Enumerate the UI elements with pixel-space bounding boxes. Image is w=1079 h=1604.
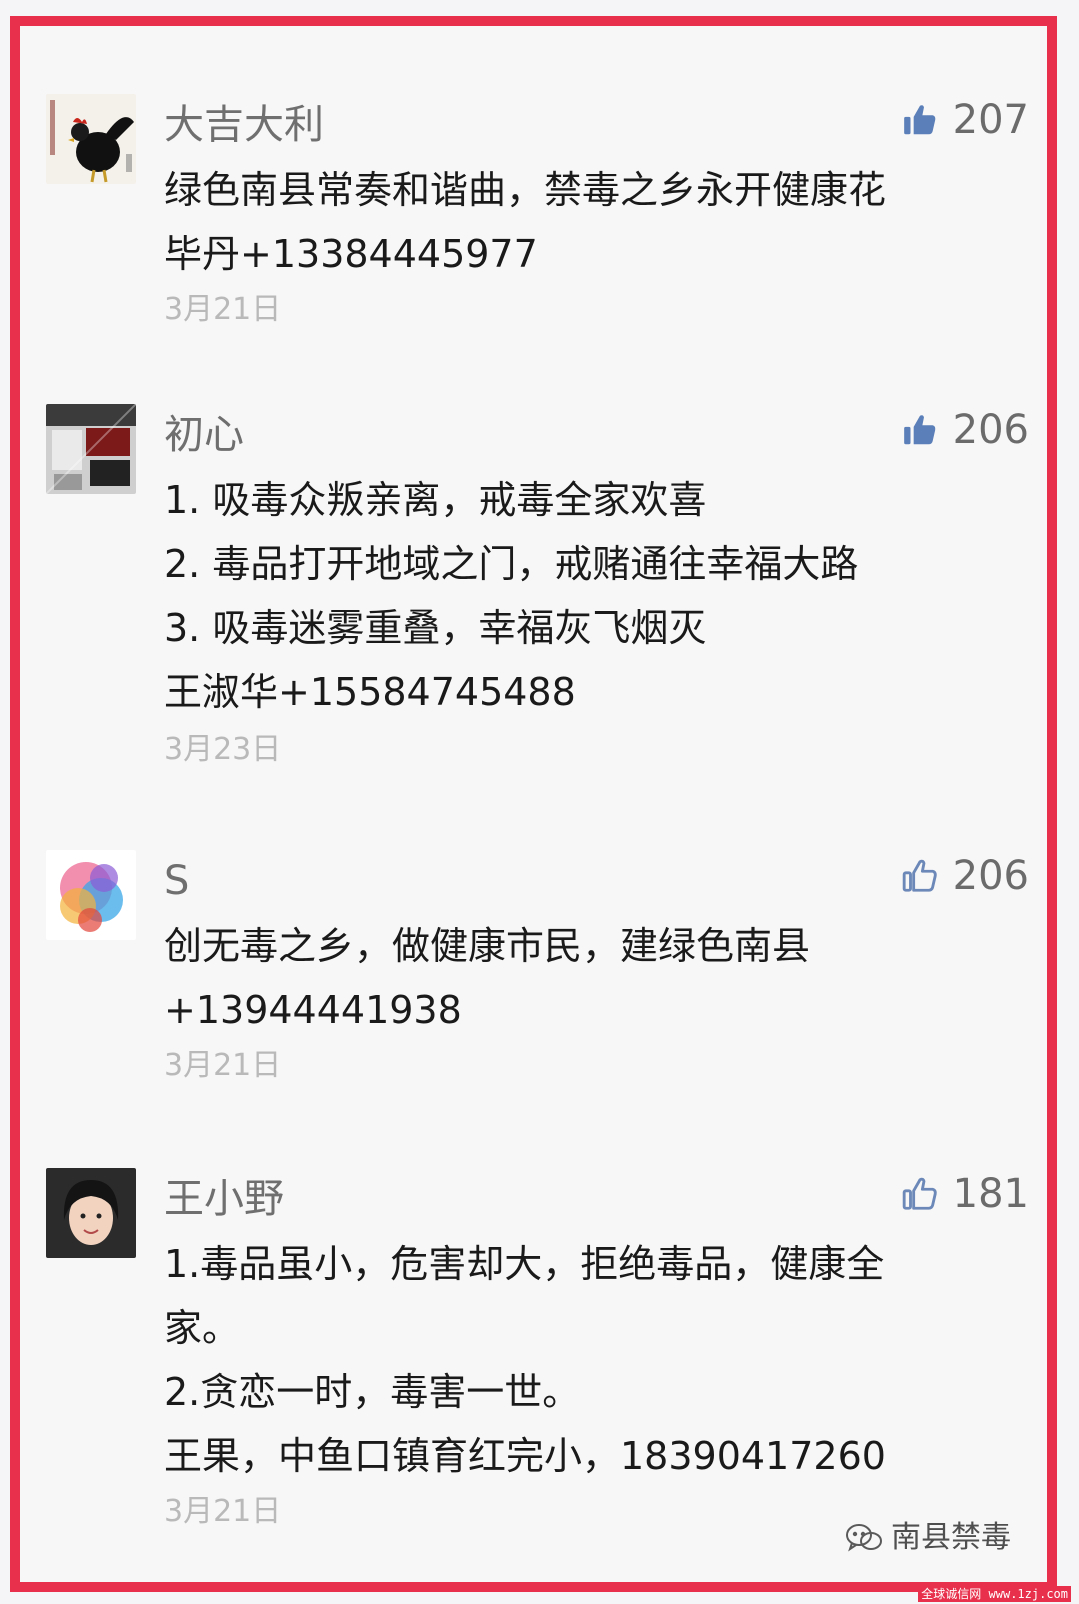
comment-date: 3月23日 (164, 732, 282, 767)
like-count: 206 (952, 407, 1029, 453)
comment-text: 创无毒之乡，做健康市民，建绿色南县 +13944441938 (164, 914, 1024, 1042)
comment-author[interactable]: 王小野 (164, 1172, 284, 1226)
like-button[interactable]: 206 (901, 404, 1029, 456)
comment-line: 绿色南县常奏和谐曲，禁毒之乡永开健康花 (164, 168, 887, 212)
thumbs-up-outline-icon (902, 859, 937, 892)
account-name: 南县禁毒 (891, 1520, 1011, 1555)
comment-line: 王果，中鱼口镇育红完小，18390417260 (164, 1434, 886, 1478)
comment-line: 家。 (164, 1306, 241, 1350)
thumbs-up-filled-icon (903, 105, 935, 135)
comment-line: 毕丹+13384445977 (164, 232, 538, 276)
comment-text: 1. 吸毒众叛亲离，戒毒全家欢喜 2. 毒品打开地域之门，戒赌通往幸福大路 3.… (164, 468, 1024, 724)
room-photo-avatar[interactable] (46, 404, 136, 494)
comment-line: 1. 吸毒众叛亲离，戒毒全家欢喜 (164, 478, 707, 522)
comment-text: 1.毒品虽小，危害却大，拒绝毒品，健康全 家。 2.贪恋一时，毒害一世。 王果，… (164, 1232, 1024, 1488)
comment-item: 大吉大利 207 绿色南县常奏和谐曲，禁毒之乡永开健康花 毕丹+13384445… (20, 94, 1047, 394)
comment-line: 1.毒品虽小，危害却大，拒绝毒品，健康全 (164, 1242, 885, 1286)
portrait-photo-avatar[interactable] (46, 1168, 136, 1258)
thumbs-up-filled-icon (903, 415, 935, 445)
comment-line: 王淑华+15584745488 (164, 670, 576, 714)
comment-date: 3月21日 (164, 1494, 282, 1529)
like-button[interactable]: 206 (901, 850, 1029, 902)
comment-line: +13944441938 (164, 988, 462, 1032)
comment-date: 3月21日 (164, 1048, 282, 1083)
comment-line: 创无毒之乡，做健康市民，建绿色南县 (164, 924, 811, 968)
comment-date: 3月21日 (164, 292, 282, 327)
colorful-art-avatar[interactable] (46, 850, 136, 940)
comment-line: 2.贪恋一时，毒害一世。 (164, 1370, 581, 1414)
comment-line: 2. 毒品打开地域之门，戒赌通往幸福大路 (164, 542, 859, 586)
comment-list-frame: 大吉大利 207 绿色南县常奏和谐曲，禁毒之乡永开健康花 毕丹+13384445… (10, 16, 1057, 1592)
comment-item: 初心 206 1. 吸毒众叛亲离，戒毒全家欢喜 2. 毒品打开地域之门，戒赌通往… (20, 404, 1047, 767)
comment-author[interactable]: 大吉大利 (164, 98, 324, 152)
like-count: 181 (952, 1171, 1029, 1217)
like-count: 206 (952, 853, 1029, 899)
thumbs-up-outline-icon (902, 1177, 937, 1210)
account-watermark: 南县禁毒 (845, 1520, 1011, 1556)
comment-text: 绿色南县常奏和谐曲，禁毒之乡永开健康花 毕丹+13384445977 (164, 158, 1024, 286)
comment-item: 王小野 181 1.毒品虽小，危害却大，拒绝毒品，健康全 家。 2.贪恋一时，毒… (20, 1168, 1047, 1529)
like-count: 207 (952, 97, 1029, 143)
wechat-icon (846, 1524, 882, 1552)
comment-author[interactable]: 初心 (164, 408, 244, 462)
comment-line: 3. 吸毒迷雾重叠，幸福灰飞烟灭 (164, 606, 707, 650)
like-button[interactable]: 207 (901, 94, 1029, 146)
comment-author[interactable]: S (164, 854, 189, 908)
site-watermark: 全球诚信网 www.1zj.com (918, 1586, 1071, 1602)
comment-item: S 206 创无毒之乡，做健康市民，建绿色南县 +13944441938 3月2… (20, 850, 1047, 1150)
rooster-painting-avatar[interactable] (46, 94, 136, 184)
like-button[interactable]: 181 (901, 1168, 1029, 1220)
